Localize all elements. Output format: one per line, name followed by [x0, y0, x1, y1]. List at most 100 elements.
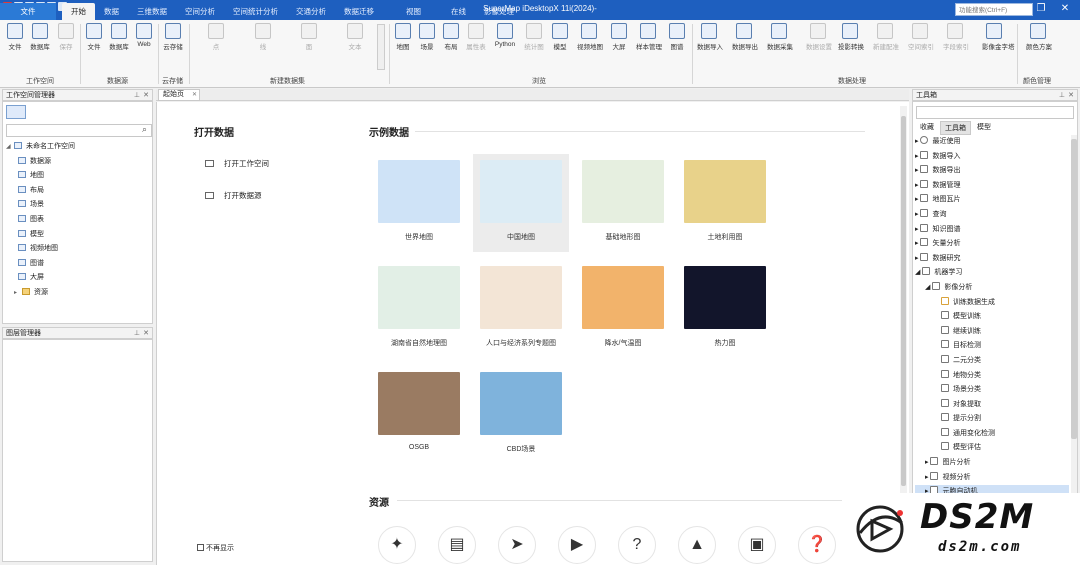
scrollbar-thumb[interactable]: [1071, 139, 1077, 439]
scrollbar-thumb[interactable]: [901, 116, 906, 486]
pin-icon[interactable]: ⊥: [134, 90, 140, 101]
tool-prompt-segmentation[interactable]: 提示分割: [915, 412, 1069, 427]
toolbox-item-vector-analysis[interactable]: ▸ 矢量分析: [915, 237, 1069, 252]
open-database-workspace-button[interactable]: 数据库: [28, 23, 52, 51]
search-icon[interactable]: ⌕: [142, 124, 147, 135]
tree-item-models[interactable]: 模型: [6, 228, 152, 243]
close-button[interactable]: ✕: [1058, 2, 1072, 16]
color-scheme-button[interactable]: 颜色方案: [1026, 23, 1052, 51]
tool-binary-classification[interactable]: 二元分类: [915, 354, 1069, 369]
tool-model-training[interactable]: 模型训练: [915, 310, 1069, 325]
tool-continue-training[interactable]: 继续训练: [915, 325, 1069, 340]
big-screen-button[interactable]: 大屏: [607, 23, 631, 51]
projection-button[interactable]: 投影转换: [838, 23, 864, 51]
tree-item-graphs[interactable]: 图谱: [6, 257, 152, 272]
tool-change-detection[interactable]: 通用变化检测: [915, 427, 1069, 442]
toolbox-item-data-management[interactable]: ▸ 数据管理: [915, 179, 1069, 194]
magic-wand-icon[interactable]: ✦: [378, 526, 416, 564]
close-icon[interactable]: ✕: [143, 328, 149, 339]
open-scene-button[interactable]: 场景: [415, 23, 439, 51]
sample-card-precipitation[interactable]: 降水/气温图: [575, 260, 671, 348]
tree-item-big-screens[interactable]: 大屏: [6, 271, 152, 286]
tree-item-scenes[interactable]: 场景: [6, 198, 152, 213]
toolbox-item-recent[interactable]: ▸ 最近使用: [915, 135, 1069, 150]
video-icon[interactable]: ▶: [558, 526, 596, 564]
image-pyramid-button[interactable]: 影像金字塔: [982, 23, 1015, 51]
help-icon[interactable]: ?: [618, 526, 656, 564]
new-point-dataset-button[interactable]: 点: [204, 23, 228, 51]
open-file-datasource-button[interactable]: 文件: [82, 23, 106, 51]
tool-object-detection[interactable]: 目标检测: [915, 339, 1069, 354]
new-text-dataset-button[interactable]: 文本: [343, 23, 367, 51]
workspace-filter-input[interactable]: [6, 124, 152, 137]
tree-item-maps[interactable]: 地图: [6, 169, 152, 184]
tree-root[interactable]: ◢ 未命名工作空间: [6, 140, 152, 155]
open-workspace-link[interactable]: 打开工作空间: [205, 158, 269, 169]
close-icon[interactable]: ✕: [1068, 90, 1074, 101]
toolbox-item-query[interactable]: ▸ 查询: [915, 208, 1069, 223]
python-button[interactable]: Python: [493, 23, 517, 48]
restore-button[interactable]: ❐: [1034, 2, 1048, 16]
save-workspace-button[interactable]: 保存: [54, 23, 78, 51]
spatial-index-button[interactable]: 空间索引: [908, 23, 934, 51]
tool-scene-classification[interactable]: 场景分类: [915, 383, 1069, 398]
sample-card-population[interactable]: 人口与经济系列专题图: [473, 260, 569, 348]
dont-show-again-checkbox[interactable]: 不再显示: [197, 543, 234, 553]
data-collect-button[interactable]: 数据采集: [767, 23, 793, 51]
close-tab-icon[interactable]: ✕: [192, 90, 197, 100]
toolbox-item-export[interactable]: ▸ 数据导出: [915, 164, 1069, 179]
sample-manager-button[interactable]: 样本管理: [636, 23, 662, 51]
new-polygon-dataset-button[interactable]: 面: [297, 23, 321, 51]
toolbox-search-input[interactable]: [916, 106, 1074, 119]
tab-start-page[interactable]: 起始页 ✕: [158, 89, 200, 101]
open-layout-button[interactable]: 布局: [439, 23, 463, 51]
toolbox-item-machine-learning[interactable]: ◢ 机器学习: [915, 266, 1069, 281]
tree-item-charts[interactable]: 图表: [6, 213, 152, 228]
open-datasource-link[interactable]: 打开数据源: [205, 190, 262, 201]
sample-card-cbd[interactable]: CBD场景: [473, 366, 569, 454]
minimize-button[interactable]: —: [1010, 2, 1024, 16]
graph-button[interactable]: 图谱: [665, 23, 689, 51]
sample-card-world-map[interactable]: 世界地图: [371, 154, 467, 242]
toolbox-item-image-analysis[interactable]: ◢ 影像分析: [915, 281, 1069, 296]
new-registration-button[interactable]: 新建配准: [873, 23, 899, 51]
toolbox-item-import[interactable]: ▸ 数据导入: [915, 150, 1069, 165]
toolbox-item-map-tiles[interactable]: ▸ 地图瓦片: [915, 193, 1069, 208]
toolbox-item-picture-analysis[interactable]: ▸ 图片分析: [915, 456, 1069, 471]
search-tab-icon[interactable]: [32, 105, 52, 119]
open-file-workspace-button[interactable]: 文件: [3, 23, 27, 51]
data-settings-button[interactable]: 数据设置: [806, 23, 832, 51]
sample-card-china-map[interactable]: 中国地图: [473, 154, 569, 252]
cloud-storage-button[interactable]: 云存储: [161, 23, 185, 51]
chat-question-icon[interactable]: ❓: [798, 526, 836, 564]
sample-card-base-terrain[interactable]: 基础地形图: [575, 154, 671, 242]
book-icon[interactable]: ▤: [438, 526, 476, 564]
pin-icon[interactable]: ⊥: [134, 328, 140, 339]
gallery-scroll[interactable]: [377, 24, 385, 70]
open-web-datasource-button[interactable]: Web: [132, 23, 156, 48]
toolbox-tab-model[interactable]: 模型: [973, 121, 995, 135]
toolbox-item-data-research[interactable]: ▸ 数据研究: [915, 252, 1069, 267]
sample-card-heatmap[interactable]: 热力图: [677, 260, 773, 348]
open-map-button[interactable]: 地图: [391, 23, 415, 51]
data-import-button[interactable]: 数据导入: [697, 23, 723, 51]
sample-card-hunan[interactable]: 湖南省自然地理图: [371, 260, 467, 348]
tree-item-datasources[interactable]: 数据源: [6, 155, 152, 170]
graduation-cap-icon[interactable]: ▲: [678, 526, 716, 564]
tree-item-layouts[interactable]: 布局: [6, 184, 152, 199]
video-map-button[interactable]: 视频地图: [577, 23, 603, 51]
tree-item-video-maps[interactable]: 视频地图: [6, 242, 152, 257]
attribute-table-button[interactable]: 属性表: [464, 23, 488, 51]
tree-item-resources[interactable]: ▸ 资源: [6, 286, 152, 301]
sample-card-osgb[interactable]: OSGB: [371, 366, 467, 451]
send-icon[interactable]: ➤: [498, 526, 536, 564]
tool-land-cover-classification[interactable]: 地物分类: [915, 369, 1069, 384]
new-line-dataset-button[interactable]: 线: [251, 23, 275, 51]
chart-button[interactable]: 统计图: [522, 23, 546, 51]
toolbox-tab-toolbox[interactable]: 工具箱: [940, 121, 971, 135]
tool-training-data-generation[interactable]: 训练数据生成: [915, 296, 1069, 311]
tool-object-extraction[interactable]: 对象提取: [915, 398, 1069, 413]
pin-icon[interactable]: ⊥: [1059, 90, 1065, 101]
data-export-button[interactable]: 数据导出: [732, 23, 758, 51]
toolbox-item-video-analysis[interactable]: ▸ 视频分析: [915, 471, 1069, 486]
